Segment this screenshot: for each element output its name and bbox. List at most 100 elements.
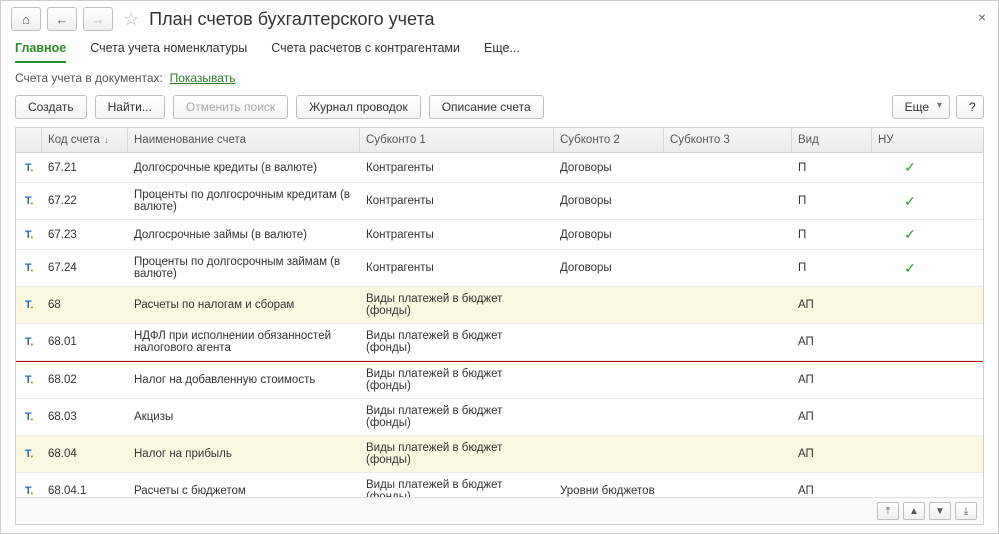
table-row[interactable]: Т•68Расчеты по налогам и сборамВиды плат… bbox=[16, 287, 983, 324]
scroll-up-button[interactable]: ▲ bbox=[903, 502, 925, 520]
tab-main[interactable]: Главное bbox=[15, 41, 66, 63]
col-sub2[interactable]: Субконто 2 bbox=[554, 128, 664, 152]
cell-name: Долгосрочные кредиты (в валюте) bbox=[128, 156, 360, 180]
cell-sub3 bbox=[664, 485, 792, 497]
scroll-down-button[interactable]: ▼ bbox=[929, 502, 951, 520]
cell-sub2 bbox=[554, 374, 664, 386]
cell-sub2 bbox=[554, 411, 664, 423]
cell-code: 68 bbox=[42, 293, 128, 317]
col-type[interactable]: Вид bbox=[792, 128, 872, 152]
help-button[interactable]: ? bbox=[956, 95, 984, 119]
table-row[interactable]: Т•67.22Проценты по долгосрочным кредитам… bbox=[16, 183, 983, 220]
cell-sub1: Виды платежей в бюджет (фонды) bbox=[360, 436, 554, 472]
cell-sub2: Договоры bbox=[554, 223, 664, 247]
cell-code: 67.23 bbox=[42, 223, 128, 247]
find-button[interactable]: Найти... bbox=[95, 95, 165, 119]
col-name[interactable]: Наименование счета bbox=[128, 128, 360, 152]
sort-asc-icon: ↓ bbox=[104, 135, 109, 146]
col-nu[interactable]: НУ bbox=[872, 128, 948, 152]
description-button[interactable]: Описание счета bbox=[429, 95, 544, 119]
accounts-grid: Код счета↓ Наименование счета Субконто 1… bbox=[15, 127, 984, 525]
table-row[interactable]: Т•67.24Проценты по долгосрочным займам (… bbox=[16, 250, 983, 287]
cell-nu bbox=[872, 374, 948, 386]
favorite-star-icon[interactable]: ☆ bbox=[123, 9, 139, 30]
cell-sub2 bbox=[554, 448, 664, 460]
table-row[interactable]: Т•67.21Долгосрочные кредиты (в валюте)Ко… bbox=[16, 153, 983, 183]
cell-type: АП bbox=[792, 442, 872, 466]
row-icon: Т• bbox=[16, 156, 42, 180]
cell-name: Долгосрочные займы (в валюте) bbox=[128, 223, 360, 247]
cell-nu bbox=[872, 299, 948, 311]
cell-code: 68.01 bbox=[42, 330, 128, 354]
cell-nu: ✓ bbox=[872, 220, 948, 249]
table-row[interactable]: Т•68.04.1Расчеты с бюджетомВиды платежей… bbox=[16, 473, 983, 497]
cell-sub1: Контрагенты bbox=[360, 256, 554, 280]
cell-type: АП bbox=[792, 330, 872, 354]
more-button[interactable]: Еще bbox=[892, 95, 950, 119]
cell-sub3 bbox=[664, 299, 792, 311]
cell-type: П bbox=[792, 156, 872, 180]
cell-type: П bbox=[792, 189, 872, 213]
row-icon: Т• bbox=[16, 442, 42, 466]
cell-sub3 bbox=[664, 162, 792, 174]
close-button[interactable]: × bbox=[978, 9, 986, 25]
docs-label: Счета учета в документах: bbox=[15, 71, 163, 85]
cell-nu bbox=[872, 485, 948, 497]
row-icon: Т• bbox=[16, 479, 42, 497]
cell-code: 67.21 bbox=[42, 156, 128, 180]
cell-nu bbox=[872, 411, 948, 423]
scroll-bottom-button[interactable]: ⤓ bbox=[955, 502, 977, 520]
table-row[interactable]: Т•67.23Долгосрочные займы (в валюте)Конт… bbox=[16, 220, 983, 250]
cell-type: АП bbox=[792, 293, 872, 317]
cell-sub3 bbox=[664, 448, 792, 460]
cell-code: 68.02 bbox=[42, 368, 128, 392]
page-title: План счетов бухгалтерского учета bbox=[149, 9, 434, 30]
row-icon: Т• bbox=[16, 368, 42, 392]
cell-name: Налог на прибыль bbox=[128, 442, 360, 466]
tab-bar: Главное Счета учета номенклатуры Счета р… bbox=[1, 35, 998, 63]
table-row[interactable]: Т•68.03АкцизыВиды платежей в бюджет (фон… bbox=[16, 399, 983, 436]
cell-sub1: Контрагенты bbox=[360, 189, 554, 213]
docs-link[interactable]: Показывать bbox=[170, 71, 236, 85]
cell-type: П bbox=[792, 223, 872, 247]
cell-sub1: Виды платежей в бюджет (фонды) bbox=[360, 399, 554, 435]
col-code[interactable]: Код счета↓ bbox=[42, 128, 128, 152]
col-sub3[interactable]: Субконто 3 bbox=[664, 128, 792, 152]
table-row[interactable]: Т•68.01НДФЛ при исполнении обязанностей … bbox=[16, 324, 983, 361]
tab-more[interactable]: Еще... bbox=[484, 41, 520, 63]
cell-sub2: Договоры bbox=[554, 189, 664, 213]
cell-code: 68.03 bbox=[42, 405, 128, 429]
create-button[interactable]: Создать bbox=[15, 95, 87, 119]
home-button[interactable]: ⌂ bbox=[11, 7, 41, 31]
forward-button: → bbox=[83, 7, 113, 31]
cell-code: 68.04 bbox=[42, 442, 128, 466]
cell-type: АП bbox=[792, 479, 872, 497]
row-icon: Т• bbox=[16, 223, 42, 247]
cell-nu: ✓ bbox=[872, 153, 948, 182]
scroll-top-button[interactable]: ⤒ bbox=[877, 502, 899, 520]
col-sub1[interactable]: Субконто 1 bbox=[360, 128, 554, 152]
cell-type: П bbox=[792, 256, 872, 280]
tab-counterparties[interactable]: Счета расчетов с контрагентами bbox=[271, 41, 460, 63]
cell-name: Проценты по долгосрочным кредитам (в вал… bbox=[128, 183, 360, 219]
cell-type: АП bbox=[792, 368, 872, 392]
back-button[interactable]: ← bbox=[47, 7, 77, 31]
cell-code: 67.22 bbox=[42, 189, 128, 213]
row-icon: Т• bbox=[16, 330, 42, 354]
journal-button[interactable]: Журнал проводок bbox=[296, 95, 421, 119]
cell-name: Проценты по долгосрочным займам (в валют… bbox=[128, 250, 360, 286]
cell-sub2 bbox=[554, 299, 664, 311]
row-icon: Т• bbox=[16, 189, 42, 213]
cell-sub2: Уровни бюджетов bbox=[554, 479, 664, 497]
cell-nu: ✓ bbox=[872, 254, 948, 283]
cell-sub1: Контрагенты bbox=[360, 156, 554, 180]
tab-nomenclature[interactable]: Счета учета номенклатуры bbox=[90, 41, 247, 63]
table-row[interactable]: Т•68.02Налог на добавленную стоимостьВид… bbox=[16, 362, 983, 399]
cell-sub1: Виды платежей в бюджет (фонды) bbox=[360, 362, 554, 398]
cell-type: АП bbox=[792, 405, 872, 429]
table-row[interactable]: Т•68.04Налог на прибыльВиды платежей в б… bbox=[16, 436, 983, 473]
row-icon: Т• bbox=[16, 405, 42, 429]
cell-nu bbox=[872, 336, 948, 348]
cell-sub2: Договоры bbox=[554, 156, 664, 180]
cancel-find-button: Отменить поиск bbox=[173, 95, 288, 119]
